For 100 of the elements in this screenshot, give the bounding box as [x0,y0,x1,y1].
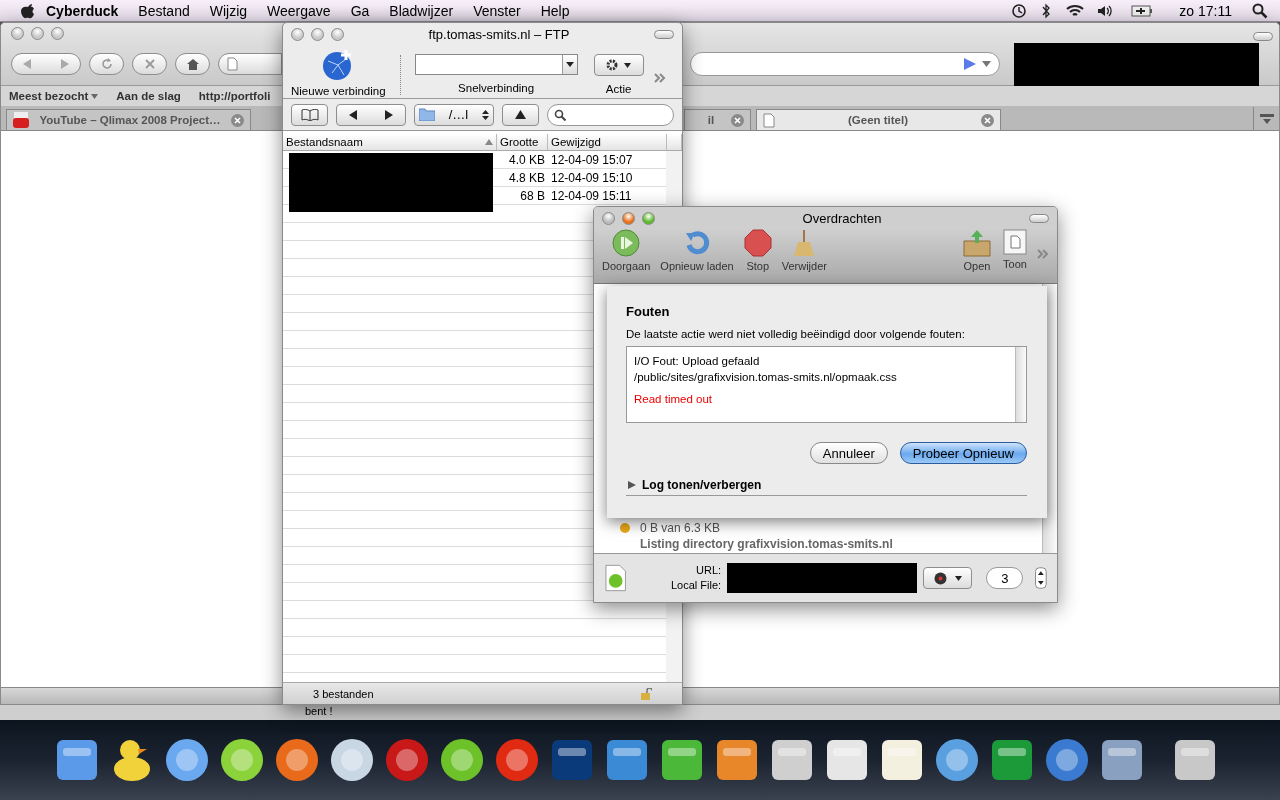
browser-tab[interactable]: il [684,109,751,130]
log-disclosure[interactable]: Log tonen/verbergen [626,478,1027,496]
tab-title: il [707,114,715,126]
toolbar-button[interactable]: Doorgaan [602,229,651,283]
scroll-bar[interactable] [1015,347,1026,422]
bookmarks-button[interactable] [291,103,328,126]
menu-item[interactable]: Bestand [128,2,200,19]
gauge-icon [933,571,947,585]
window-title: ftp.tomas-smits.nl – FTP [427,26,571,42]
back-forward-button[interactable] [336,103,406,126]
video-site-icon [13,112,29,128]
close-icon [231,113,244,127]
toolbar-toggle-button[interactable] [1029,213,1049,223]
search-icon [1252,2,1268,19]
close-icon [731,113,744,127]
address-field[interactable] [690,52,1000,76]
dialog-button[interactable]: Annuleer [809,442,888,464]
menu-item[interactable]: Cyberduck [36,2,129,19]
apple-icon [20,2,36,19]
reload-icon [683,229,711,257]
clock-icon [1011,2,1028,19]
toolbar-toggle-button[interactable] [1253,32,1273,41]
toolbar-button[interactable]: Stop [743,229,772,283]
volume-icon [1097,3,1114,18]
up-button[interactable] [502,103,539,126]
window-title: Overdrachten [801,210,883,226]
column-header[interactable]: Bestandsnaam [283,134,497,150]
close-icon [981,113,994,127]
log-line: Read timed out [634,392,713,407]
app-icon [383,736,431,784]
toolbar-button[interactable]: Verwijder [781,229,827,283]
bluetooth-icon [1041,2,1052,19]
app-icon [163,736,211,784]
file-icon [604,564,628,592]
minimize-button[interactable] [622,211,635,225]
bookmark-link[interactable]: http://portfoli [198,90,271,102]
home-button[interactable] [175,53,210,75]
dialog-button[interactable]: Probeer Opnieuw [899,442,1027,464]
close-button[interactable] [602,211,615,225]
go-icon [964,58,976,70]
book-icon [300,108,319,121]
browser-tab[interactable]: (Geen titel) [756,109,1001,130]
table-cell-text: 12-04-09 15:11 [550,189,633,203]
connections-field[interactable]: 3 [986,567,1024,589]
caret-icon [982,61,991,67]
app-icon [328,736,376,784]
stepper-icon [1035,567,1047,589]
table-cell-text: 4.0 KB [507,153,546,167]
folder-icon [419,108,435,121]
stop-button[interactable] [132,53,167,75]
zoom-button[interactable] [642,211,655,225]
caret-icon [954,575,962,581]
lock-icon [640,687,652,700]
menu-clock[interactable]: zo 17:11 [1169,2,1242,19]
new-connection-button[interactable]: Nieuwe verbinding [291,49,386,97]
chevron-icon [1037,249,1049,259]
toolbar-button[interactable]: Open [961,229,993,283]
table-cell-text: 12-04-09 15:10 [550,171,634,185]
table-cell-text: 68 B [519,189,546,203]
sort-icon [485,139,493,145]
reload-button[interactable] [89,53,124,75]
browser-tab[interactable]: YouTube – Qlimax 2008 Project… [6,109,251,130]
search-field[interactable] [547,103,674,126]
menu-item[interactable]: Ga [340,2,380,19]
stop-icon [743,229,772,257]
box-icon [961,229,993,257]
app-icon [493,736,541,784]
bookmark-link[interactable]: Meest bezocht [9,90,99,102]
tab-title: (Geen titel) [846,114,910,126]
zoom-button[interactable] [331,27,344,41]
menu-item[interactable]: Weergave [257,2,341,19]
toolbar-button[interactable]: Toon [1003,229,1027,283]
app-icon [438,736,486,784]
close-button[interactable] [11,27,24,40]
toolbar-label: Snelverbinding [458,82,535,94]
bookmark-link[interactable]: Aan de slag [116,90,181,102]
path-popup[interactable]: /…l [414,103,494,126]
minimize-button[interactable] [311,27,324,41]
play-icon [612,229,641,257]
menu-item[interactable]: Wijzig [199,2,258,19]
menu-item[interactable]: Venster [463,2,531,19]
transfer-status: Listing directory grafixvision.tomas-smits.nl [640,537,894,551]
action-button[interactable]: Actie [593,49,644,95]
menu-item[interactable]: Help [530,2,580,19]
quick-connect-field[interactable] [414,54,578,75]
close-button[interactable] [291,27,304,41]
bandwidth-popup[interactable] [923,567,973,589]
page-icon [763,112,775,128]
column-header[interactable]: Gewijzigd [548,134,667,150]
caret-icon [91,93,99,99]
toolbar-toggle-button[interactable] [654,29,674,39]
zoom-button[interactable] [51,27,64,40]
page-button[interactable] [218,53,282,75]
home-icon [186,58,199,70]
menu-item[interactable]: Bladwijzer [379,2,464,19]
up-icon [515,110,526,119]
column-header[interactable]: Grootte [497,134,548,150]
minimize-button[interactable] [31,27,44,40]
toolbar-button[interactable]: Opnieuw laden [660,229,734,283]
stepper-icon [482,108,489,121]
